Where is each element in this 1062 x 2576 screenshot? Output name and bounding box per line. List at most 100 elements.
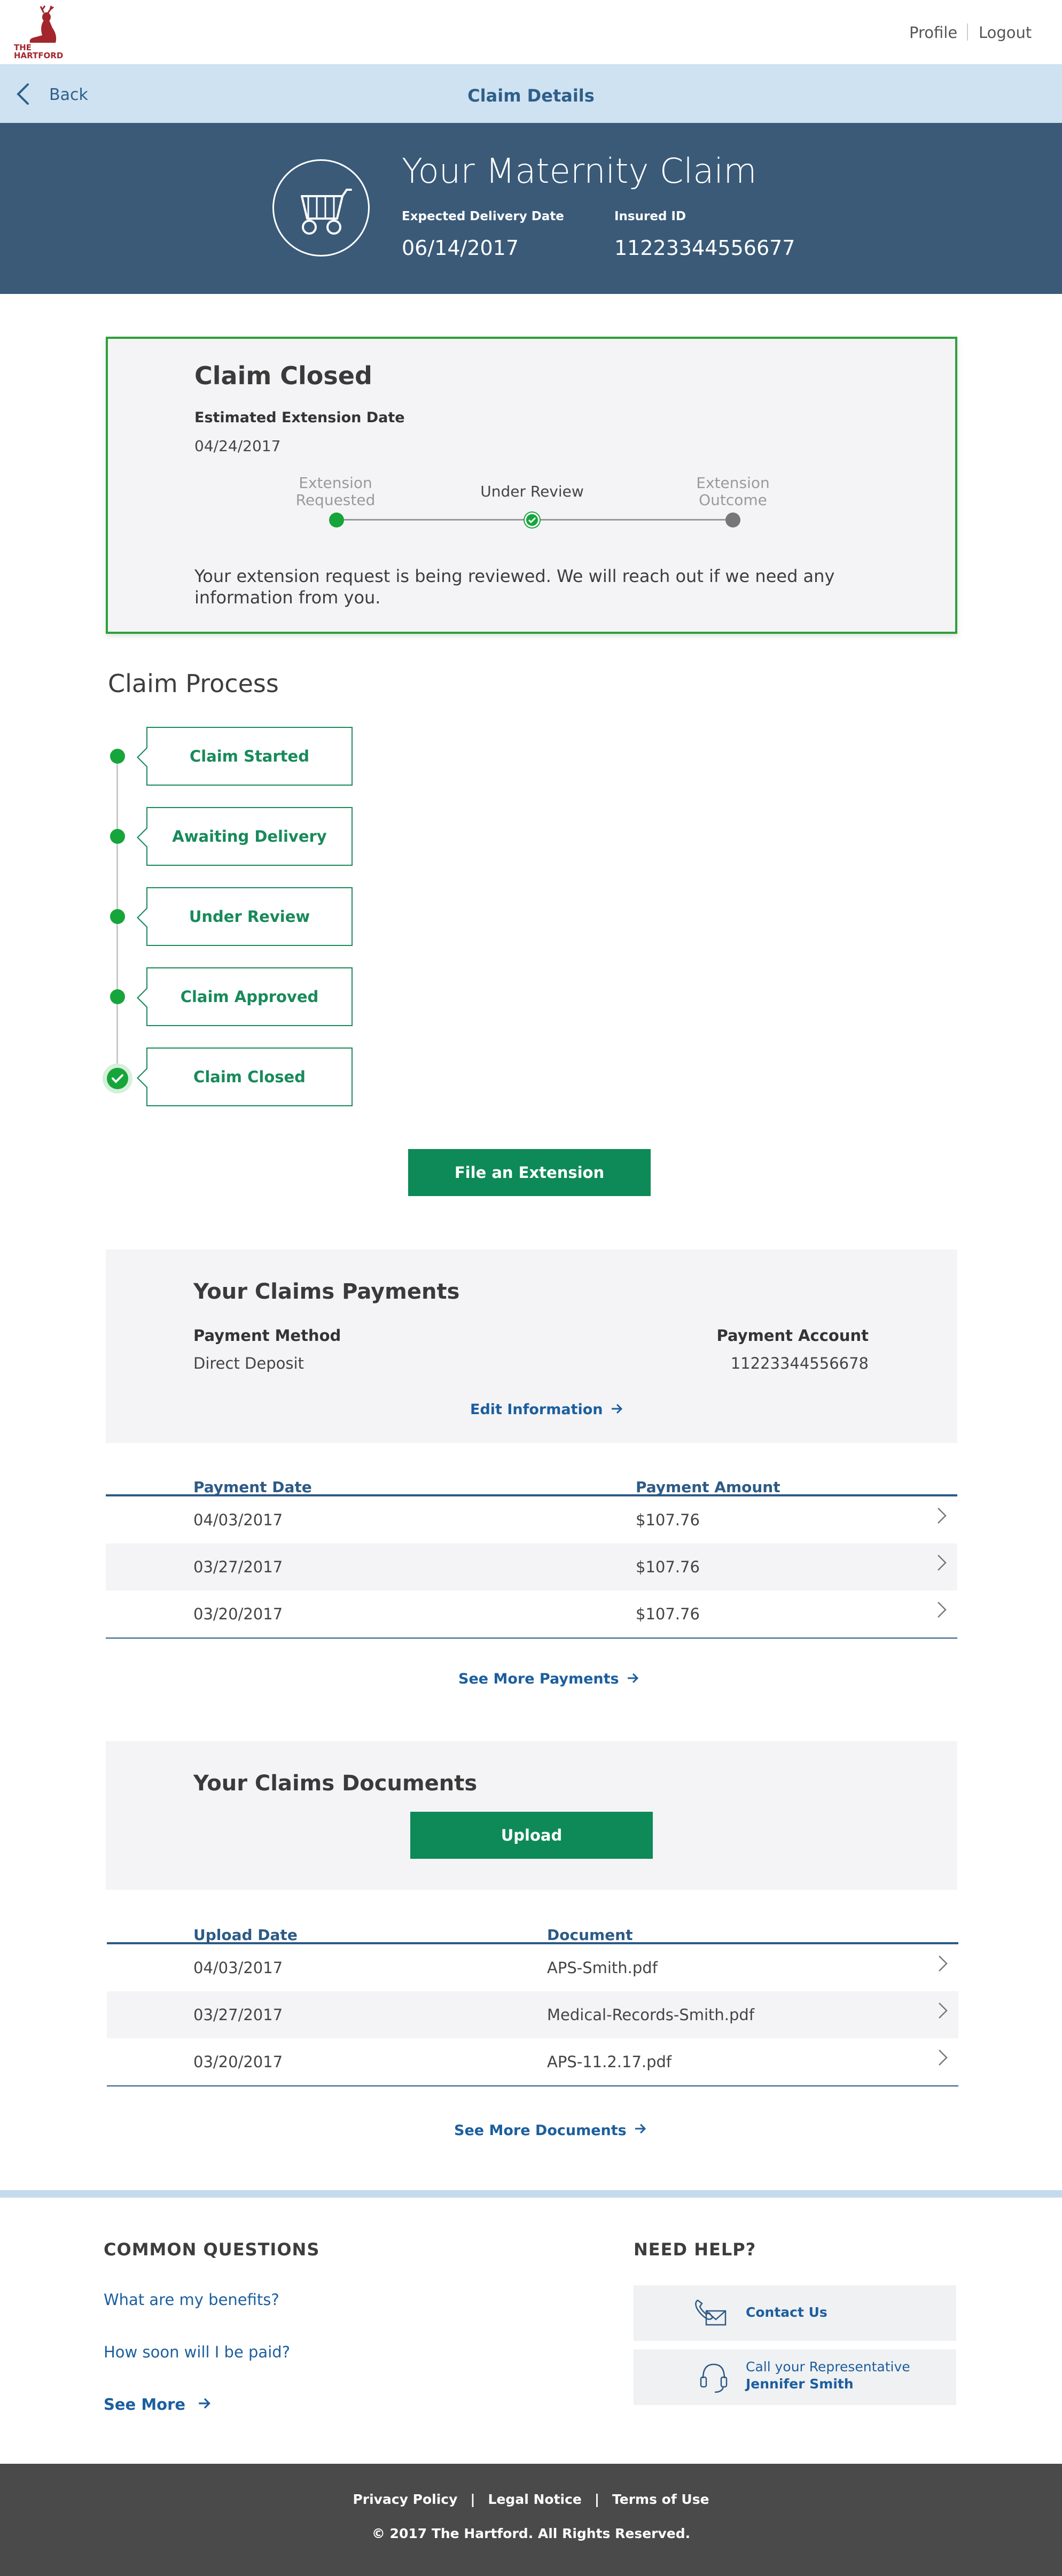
document-header: Document	[547, 1926, 633, 1944]
contact-us-label: Contact Us	[746, 2305, 827, 2320]
faq-see-more-link[interactable]: See More	[104, 2395, 212, 2414]
process-step-awaiting-delivery: Awaiting Delivery	[137, 807, 353, 866]
step-under-review-dot	[525, 513, 540, 527]
documents-table-bottom-rule	[107, 2085, 958, 2086]
estimated-extension-label: Estimated Extension Date	[194, 409, 405, 426]
top-bar: THE HARTFORD Profile Logout	[0, 0, 1062, 64]
process-step-claim-started: Claim Started	[137, 727, 353, 786]
claim-title: Your Maternity Claim	[402, 152, 757, 191]
delivery-date-value: 06/14/2017	[402, 236, 519, 260]
table-row[interactable]: 04/03/2017 APS-Smith.pdf	[107, 1944, 958, 1991]
estimated-extension-value: 04/24/2017	[194, 437, 281, 455]
chevron-right-icon	[938, 1555, 947, 1571]
hartford-logo[interactable]: THE HARTFORD	[13, 5, 66, 60]
payment-amount-cell: $107.76	[636, 1511, 700, 1529]
common-questions-title: COMMON QUESTIONS	[104, 2239, 320, 2260]
table-row[interactable]: 03/20/2017 APS-11.2.17.pdf	[107, 2038, 958, 2085]
representative-name: Jennifer Smith	[746, 2376, 854, 2392]
table-row[interactable]: 03/27/2017 $107.76	[106, 1543, 957, 1590]
arrow-right-icon	[611, 1403, 623, 1414]
table-row[interactable]: 03/27/2017 Medical-Records-Smith.pdf	[107, 1991, 958, 2038]
footer-links: Privacy Policy | Legal Notice | Terms of…	[0, 2492, 1062, 2507]
payment-date-cell: 04/03/2017	[193, 1511, 283, 1529]
footer-separator: |	[594, 2492, 600, 2507]
nav-logout-link[interactable]: Logout	[979, 24, 1032, 42]
payment-date-cell: 03/20/2017	[193, 1605, 283, 1623]
chevron-right-icon	[939, 1956, 948, 1972]
edit-information-link[interactable]: Edit Information	[470, 1401, 624, 1418]
insured-id-label: Insured ID	[614, 210, 686, 223]
payment-account-value: 11223344556678	[730, 1354, 869, 1372]
see-more-documents-link[interactable]: See More Documents	[454, 2122, 647, 2139]
step-under-review-label: Under Review	[480, 483, 584, 500]
check-circle-icon	[107, 1068, 128, 1089]
process-dot-started	[110, 749, 125, 764]
step-extension-requested-label: Extension Requested	[295, 474, 376, 509]
payment-method-label: Payment Method	[193, 1326, 341, 1345]
process-step-claim-approved: Claim Approved	[137, 967, 353, 1026]
chevron-right-icon	[939, 2003, 948, 2019]
upload-button[interactable]: Upload	[410, 1812, 653, 1859]
section-divider-band	[0, 2190, 1062, 2198]
sub-header: Claim Details Back	[0, 64, 1062, 123]
chevron-left-icon[interactable]	[15, 82, 31, 106]
arrow-right-icon	[635, 2123, 646, 2134]
call-representative-card[interactable]: Call your Representative Jennifer Smith	[634, 2349, 956, 2405]
copyright-text: © 2017 The Hartford. All Rights Reserved…	[371, 2526, 691, 2541]
payments-table-bottom-rule	[106, 1638, 957, 1639]
document-name-cell: APS-11.2.17.pdf	[547, 2053, 672, 2071]
chevron-right-icon	[938, 1508, 947, 1524]
upload-date-cell: 03/27/2017	[193, 2006, 283, 2024]
site-footer: Privacy Policy | Legal Notice | Terms of…	[0, 2464, 1062, 2576]
faq-link-payment-timing[interactable]: How soon will I be paid?	[104, 2343, 290, 2361]
process-step-under-review: Under Review	[137, 887, 353, 946]
table-row[interactable]: 04/03/2017 $107.76	[106, 1496, 957, 1543]
check-icon	[528, 517, 536, 524]
claim-status-card: Claim Closed Estimated Extension Date 04…	[106, 337, 957, 634]
nav-profile-link[interactable]: Profile	[909, 24, 957, 42]
faq-link-benefits[interactable]: What are my benefits?	[104, 2291, 279, 2309]
table-row[interactable]: 03/20/2017 $107.76	[106, 1590, 957, 1638]
claim-process-title: Claim Process	[108, 669, 279, 698]
chevron-right-icon	[938, 1602, 947, 1618]
process-dot-review	[110, 909, 125, 924]
upload-date-cell: 03/20/2017	[193, 2053, 283, 2071]
status-title: Claim Closed	[194, 361, 372, 390]
arrow-right-icon	[199, 2398, 211, 2409]
documents-card: Your Claims Documents Upload	[106, 1741, 957, 1890]
back-link[interactable]: Back	[49, 86, 88, 104]
legal-notice-link[interactable]: Legal Notice	[488, 2492, 582, 2507]
footer-separator: |	[470, 2492, 475, 2507]
upload-date-cell: 04/03/2017	[193, 1959, 283, 1977]
see-more-payments-link[interactable]: See More Payments	[458, 1671, 640, 1687]
documents-title: Your Claims Documents	[193, 1771, 478, 1796]
payment-method-value: Direct Deposit	[193, 1354, 304, 1372]
file-extension-button[interactable]: File an Extension	[408, 1149, 651, 1196]
insured-id-value: 11223344556677	[614, 236, 795, 260]
chevron-right-icon	[939, 2050, 948, 2066]
payment-amount-header: Payment Amount	[636, 1478, 780, 1496]
document-name-cell: Medical-Records-Smith.pdf	[547, 2006, 755, 2024]
contact-us-card[interactable]: Contact Us	[634, 2285, 956, 2341]
claim-hero: Your Maternity Claim Expected Delivery D…	[0, 123, 1062, 294]
phone-mail-icon	[695, 2299, 727, 2326]
status-message: Your extension request is being reviewed…	[194, 566, 835, 608]
step-extension-outcome-dot	[725, 513, 740, 527]
step-extension-requested-dot	[329, 513, 344, 527]
nav-divider	[967, 24, 968, 41]
upload-date-header: Upload Date	[193, 1926, 298, 1944]
page-title: Claim Details	[467, 86, 595, 106]
step-extension-outcome-label: Extension Outcome	[696, 474, 770, 509]
payments-title: Your Claims Payments	[193, 1279, 460, 1304]
terms-of-use-link[interactable]: Terms of Use	[612, 2492, 709, 2507]
stroller-icon	[272, 159, 370, 257]
payment-date-cell: 03/27/2017	[193, 1558, 283, 1576]
logo-text: THE HARTFORD	[14, 43, 64, 60]
payment-account-label: Payment Account	[716, 1326, 869, 1345]
payments-card: Your Claims Payments Payment Method Dire…	[106, 1250, 957, 1443]
arrow-right-icon	[628, 1673, 639, 1683]
privacy-policy-link[interactable]: Privacy Policy	[353, 2492, 457, 2507]
document-name-cell: APS-Smith.pdf	[547, 1959, 658, 1977]
process-step-claim-closed: Claim Closed	[137, 1048, 353, 1106]
headset-icon	[700, 2363, 728, 2393]
